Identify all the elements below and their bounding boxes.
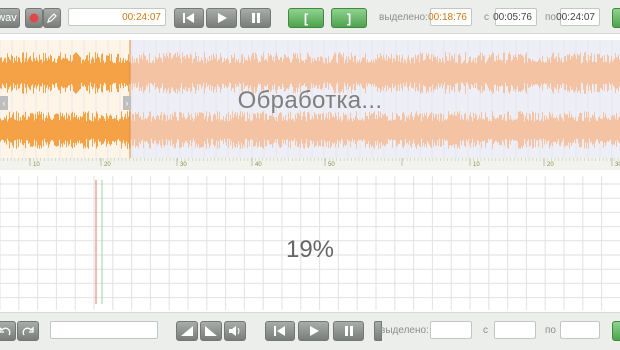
ruler-tick-label: 1m — [405, 158, 415, 160]
bottom-from-field[interactable] — [494, 321, 536, 339]
record-icon — [29, 13, 39, 23]
record-button[interactable] — [25, 8, 43, 28]
set-start-button[interactable]: [ — [288, 8, 324, 28]
volume-icon — [229, 326, 240, 336]
progress-percent: 19% — [285, 236, 335, 263]
set-end-button[interactable]: ] — [331, 8, 367, 28]
fade-in-button[interactable] — [176, 321, 198, 341]
skip-back-button[interactable] — [174, 8, 204, 28]
pause-icon — [251, 13, 260, 23]
ruler-tick-label: 30 — [615, 162, 620, 168]
skip-back-icon — [274, 326, 285, 336]
fade-in-icon — [181, 326, 193, 336]
pause-icon — [344, 326, 353, 336]
selected-field[interactable]: 00:18:76 — [428, 8, 472, 26]
ruler-tick-label: 10 — [473, 162, 480, 168]
to-field[interactable]: 00:24:07 — [556, 8, 600, 26]
from-value: 00:05:76 — [493, 11, 532, 23]
bottom-to-field[interactable] — [560, 321, 600, 339]
bottom-from-label: с — [483, 325, 488, 336]
to-value: 00:24:07 — [556, 11, 595, 23]
to-label: по — [545, 12, 556, 23]
fade-out-icon — [205, 326, 217, 336]
top-toolbar: wav 00:24:07 [ ] выделено: 00:18:76 с 00… — [0, 0, 620, 34]
name-field[interactable] — [50, 321, 158, 339]
selected-label: выделено: — [379, 12, 428, 23]
play-icon — [217, 13, 227, 23]
redo-button[interactable] — [17, 321, 39, 341]
undo-button[interactable] — [0, 321, 16, 341]
ruler-tick-label: 20 — [547, 162, 554, 168]
play-button[interactable] — [206, 8, 237, 28]
ruler-tick-label: 50 — [328, 162, 335, 168]
bottom-to-label: по — [545, 325, 556, 336]
set-end-label: ] — [346, 10, 352, 26]
format-button[interactable]: wav — [0, 8, 20, 28]
waveform-pending-channel-2 — [130, 111, 620, 149]
ruler-tick-label: 10 — [33, 162, 40, 168]
bottom-play-button[interactable] — [298, 321, 329, 341]
time-ruler: 10 20 30 40 50 1m 10 20 30 — [0, 158, 620, 170]
pause-button[interactable] — [240, 8, 271, 28]
bottom-apply-button[interactable] — [612, 321, 620, 341]
ruler-tick-label: 20 — [104, 162, 111, 168]
bottom-toolbar: выделено: с по — [0, 312, 620, 350]
apply-button[interactable] — [612, 8, 620, 28]
skip-back-icon — [183, 13, 194, 23]
set-start-label: [ — [303, 10, 309, 26]
volume-button[interactable] — [224, 321, 246, 341]
format-label: wav — [0, 12, 17, 24]
fade-out-button[interactable] — [200, 321, 222, 341]
ruler-tick-label: 30 — [180, 162, 187, 168]
bottom-pause-button[interactable] — [333, 321, 364, 341]
pen-icon — [47, 13, 57, 23]
bottom-selected-label: выделено: — [380, 325, 429, 336]
processing-text: Обработка... — [237, 87, 383, 114]
pen-button[interactable] — [43, 8, 61, 28]
from-label: с — [484, 12, 489, 23]
bottom-skip-back-button[interactable] — [265, 321, 295, 341]
play-icon — [309, 326, 319, 336]
bottom-selected-field[interactable] — [430, 321, 472, 339]
undo-icon — [0, 327, 11, 336]
selected-value: 00:18:76 — [428, 11, 467, 23]
time-display-value: 00:24:07 — [122, 11, 161, 23]
redo-icon — [22, 326, 34, 336]
ruler-tick-label: 40 — [255, 162, 262, 168]
time-display: 00:24:07 — [68, 8, 166, 26]
from-field[interactable]: 00:05:76 — [493, 8, 537, 26]
